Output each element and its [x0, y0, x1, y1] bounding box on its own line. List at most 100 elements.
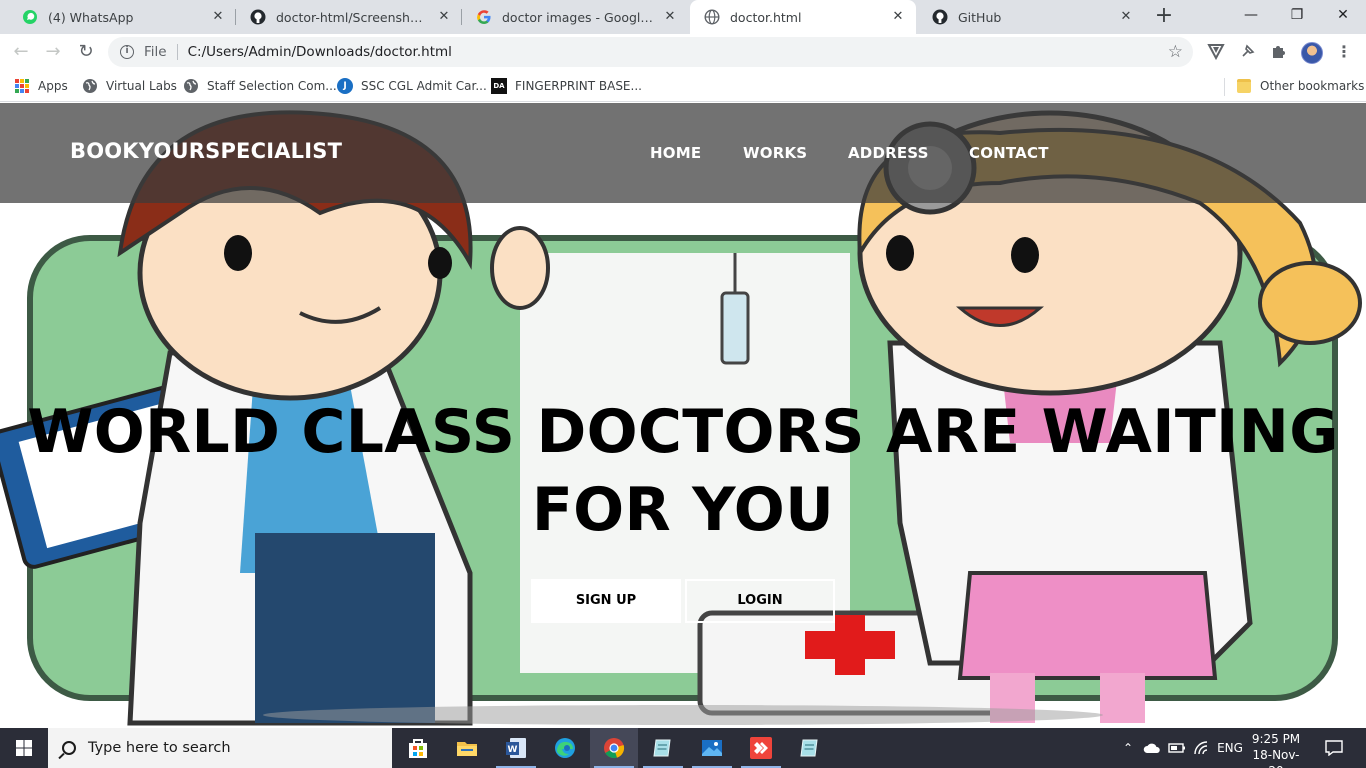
tab-whatsapp[interactable]: (4) WhatsApp ✕: [8, 0, 236, 34]
search-placeholder: Type here to search: [88, 740, 231, 756]
folder-icon: [457, 742, 477, 756]
nav-contact[interactable]: CONTACT: [969, 144, 1049, 162]
taskbar-anydesk[interactable]: [737, 728, 785, 768]
windows-taskbar: Type here to search W ⌃ ENG 9:25 PM 18-N…: [0, 728, 1366, 768]
site-navbar: BOOKYOURSPECIALIST HOME WORKS ADDRESS CO…: [0, 103, 1366, 203]
folder-icon: [1237, 79, 1251, 93]
taskbar-clock[interactable]: 9:25 PM 18-Nov-20: [1246, 731, 1306, 768]
bookmark-label: Apps: [38, 79, 68, 93]
taskbar-search[interactable]: Type here to search: [48, 728, 392, 768]
bookmark-label: Other bookmarks: [1260, 79, 1365, 93]
close-tab-icon[interactable]: ✕: [890, 9, 906, 25]
language-indicator[interactable]: ENG: [1213, 728, 1247, 768]
tab-github[interactable]: GitHub ✕: [918, 0, 1144, 34]
taskbar-chrome[interactable]: [590, 728, 638, 768]
reload-button[interactable]: ↻: [73, 39, 99, 65]
onedrive-icon[interactable]: [1141, 728, 1163, 768]
url-scheme: File: [144, 44, 167, 60]
bookmark-label: Virtual Labs: [106, 79, 177, 93]
back-button[interactable]: ←: [8, 39, 34, 65]
taskbar-edge[interactable]: [541, 728, 589, 768]
restore-button[interactable]: ❐: [1274, 0, 1320, 32]
taskbar-photos[interactable]: [688, 728, 736, 768]
hero-line-1: WORLD CLASS DOCTORS ARE WAITING: [27, 397, 1339, 467]
tab-google-search[interactable]: doctor images - Google Search ✕: [462, 0, 688, 34]
close-tab-icon[interactable]: ✕: [210, 9, 226, 25]
bookmark-virtual-labs[interactable]: Virtual Labs: [82, 76, 177, 96]
svg-text:W: W: [508, 745, 518, 755]
other-bookmarks[interactable]: Other bookmarks: [1237, 76, 1364, 96]
nav-works[interactable]: WORKS: [743, 144, 807, 162]
anydesk-icon: [750, 737, 772, 759]
whatsapp-icon: [23, 10, 37, 24]
browser-toolbar: ← → ↻ i File C:/Users/Admin/Downloads/do…: [0, 34, 1366, 70]
url-text[interactable]: C:/Users/Admin/Downloads/doctor.html: [188, 44, 452, 60]
bookmark-star-icon[interactable]: ☆: [1168, 42, 1183, 62]
tab-title: doctor.html: [730, 9, 802, 25]
chrome-icon: [604, 738, 625, 759]
site-brand[interactable]: BOOKYOURSPECIALIST: [70, 139, 342, 163]
bookmark-ssc-cgl[interactable]: J SSC CGL Admit Car...: [337, 76, 487, 96]
bookmark-label: FINGERPRINT BASE...: [515, 79, 642, 93]
tab-title: GitHub: [958, 9, 1002, 25]
hero-line-2: FOR YOU: [531, 475, 835, 545]
globe-icon: [83, 79, 97, 93]
close-tab-icon[interactable]: ✕: [436, 9, 452, 25]
github-icon: [932, 9, 948, 25]
bookmarks-bar: Apps Virtual Labs Staff Selection Com...…: [0, 70, 1366, 102]
profile-avatar[interactable]: [1301, 42, 1323, 64]
new-tab-button[interactable]: +: [1152, 5, 1176, 29]
address-bar[interactable]: i File C:/Users/Admin/Downloads/doctor.h…: [108, 37, 1193, 67]
minimize-button[interactable]: —: [1228, 0, 1274, 32]
globe-icon: [184, 79, 198, 93]
edge-icon: [555, 738, 575, 758]
bookmark-staff-selection[interactable]: Staff Selection Com...: [183, 76, 337, 96]
taskbar-store[interactable]: [394, 728, 442, 768]
apps-grid-icon: [14, 78, 30, 94]
tab-doctor-html[interactable]: doctor.html ✕: [690, 0, 916, 34]
start-button[interactable]: [0, 728, 48, 768]
clock-time: 9:25 PM: [1251, 732, 1301, 746]
github-icon: [250, 9, 266, 25]
globe-icon: [704, 9, 720, 25]
google-icon: [477, 10, 491, 24]
tab-title: (4) WhatsApp: [48, 9, 134, 25]
word-icon: W: [506, 738, 526, 758]
vpn-extension-icon[interactable]: [1206, 42, 1226, 62]
notifications-icon[interactable]: [1320, 728, 1348, 768]
bookmark-fingerprint[interactable]: DA FINGERPRINT BASE...: [491, 76, 642, 96]
da-icon: DA: [491, 78, 507, 94]
notes-app-icon: [653, 739, 671, 757]
taskbar-word[interactable]: W: [492, 728, 540, 768]
bookmark-label: Staff Selection Com...: [207, 79, 337, 93]
pin-extension-icon[interactable]: [1238, 42, 1258, 62]
close-tab-icon[interactable]: ✕: [662, 9, 678, 25]
search-icon: [62, 741, 76, 755]
nav-address[interactable]: ADDRESS: [848, 144, 929, 162]
tab-github-screenshot[interactable]: doctor-html/Screenshot (336).png ✕: [236, 0, 462, 34]
bookmark-separator: [1224, 78, 1225, 96]
forward-button[interactable]: →: [40, 39, 66, 65]
signup-button[interactable]: SIGN UP: [531, 579, 681, 623]
bookmark-apps[interactable]: Apps: [14, 76, 68, 96]
battery-icon[interactable]: [1166, 728, 1188, 768]
close-tab-icon[interactable]: ✕: [1118, 9, 1134, 25]
site-info-icon[interactable]: i: [120, 45, 134, 59]
taskbar-app-notes[interactable]: [639, 728, 687, 768]
hero-heading: WORLD CLASS DOCTORS ARE WAITING FOR YOU: [20, 393, 1346, 549]
tab-strip: (4) WhatsApp ✕ doctor-html/Screenshot (3…: [0, 0, 1366, 34]
windows-logo-icon: [16, 740, 32, 756]
browser-menu-icon[interactable]: ⋮: [1334, 41, 1354, 63]
tray-chevron-icon[interactable]: ⌃: [1118, 728, 1138, 768]
nav-home[interactable]: HOME: [650, 144, 701, 162]
login-button[interactable]: LOGIN: [685, 579, 835, 623]
extensions-puzzle-icon[interactable]: [1269, 42, 1289, 62]
taskbar-file-explorer[interactable]: [443, 728, 491, 768]
close-window-button[interactable]: ✕: [1320, 0, 1366, 32]
notes-app-icon: [800, 739, 818, 757]
taskbar-app-notes-2[interactable]: [786, 728, 834, 768]
wifi-icon[interactable]: [1191, 728, 1213, 768]
bookmark-label: SSC CGL Admit Car...: [361, 79, 487, 93]
web-page: BOOKYOURSPECIALIST HOME WORKS ADDRESS CO…: [0, 103, 1366, 728]
clock-date: 18-Nov-20: [1252, 748, 1300, 768]
